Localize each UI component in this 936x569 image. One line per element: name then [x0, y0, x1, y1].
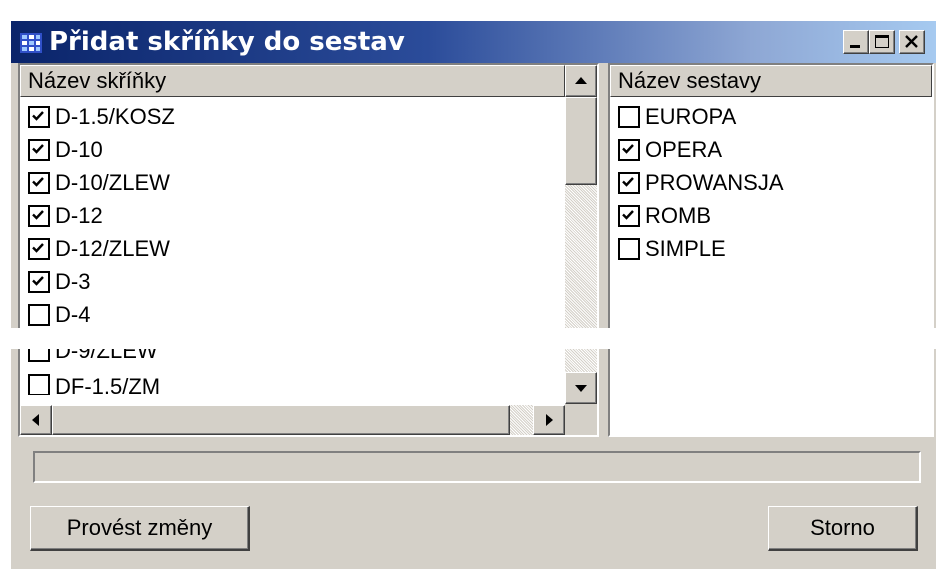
screenshot-seam	[0, 328, 936, 349]
checkbox-unchecked[interactable]	[28, 304, 50, 326]
checkmark-icon	[32, 210, 44, 220]
arrow-left-icon	[32, 414, 39, 426]
set-item[interactable]: EUROPA	[618, 101, 736, 133]
checkbox-checked[interactable]	[28, 172, 50, 194]
checkmark-icon	[32, 177, 44, 187]
arrow-down-icon	[575, 385, 587, 392]
cabinet-item[interactable]: D-10	[28, 134, 103, 166]
cabinet-item[interactable]: D-12	[28, 200, 103, 232]
checkbox-checked[interactable]	[618, 139, 640, 161]
checkbox-unchecked[interactable]	[28, 374, 50, 395]
vertical-scroll-thumb[interactable]	[565, 97, 597, 185]
cancel-button[interactable]: Storno	[768, 506, 918, 551]
arrow-up-icon	[575, 77, 587, 84]
minimize-button[interactable]	[843, 30, 869, 54]
maximize-icon	[875, 35, 889, 48]
cabinet-item[interactable]: D-1.5/KOSZ	[28, 101, 175, 133]
set-label: OPERA	[645, 137, 723, 162]
checkbox-unchecked[interactable]	[618, 106, 640, 128]
progress-bar	[33, 451, 921, 483]
cabinet-horizontal-scrollbar[interactable]	[20, 405, 565, 435]
checkbox-checked[interactable]	[618, 205, 640, 227]
set-label: ROMB	[645, 203, 711, 228]
checkbox-checked[interactable]	[28, 238, 50, 260]
set-item[interactable]: OPERA	[618, 134, 722, 166]
set-item[interactable]: PROWANSJA	[618, 167, 784, 199]
checkmark-icon	[622, 177, 634, 187]
set-item[interactable]: ROMB	[618, 200, 711, 232]
cabinet-item[interactable]: D-10/ZLEW	[28, 167, 170, 199]
cabinet-label: D-10/ZLEW	[55, 170, 170, 195]
set-column-header[interactable]: Název sestavy	[610, 65, 932, 97]
checkmark-icon	[32, 111, 44, 121]
checkbox-checked[interactable]	[28, 106, 50, 128]
checkmark-icon	[622, 144, 634, 154]
checkbox-checked[interactable]	[28, 271, 50, 293]
scrollbar-corner	[565, 404, 597, 435]
cabinet-label: D-4	[55, 302, 91, 327]
set-list: Název sestavy EUROPA OPERA PROWANSJA ROMB SI…	[608, 63, 934, 437]
cabinet-label: D-1.5/KOSZ	[55, 104, 175, 129]
set-label: SIMPLE	[645, 236, 726, 261]
cabinet-label: DF-1.5/ZM	[55, 374, 161, 395]
minimize-icon	[850, 45, 860, 48]
title-bar[interactable]: Přidat skříňky do sestav	[11, 21, 936, 63]
set-item[interactable]: SIMPLE	[618, 233, 726, 265]
cabinet-item[interactable]: DF-1.5/ZM	[28, 368, 160, 395]
checkmark-icon	[32, 276, 44, 286]
cabinet-item[interactable]: D-4	[28, 299, 90, 331]
close-button[interactable]	[899, 30, 925, 54]
scroll-left-button[interactable]	[20, 405, 52, 435]
cabinet-label: D-12/ZLEW	[55, 236, 170, 261]
scroll-down-button[interactable]	[565, 372, 597, 404]
arrow-right-icon	[546, 414, 553, 426]
checkbox-checked[interactable]	[28, 205, 50, 227]
cabinet-list: Název skříňky D-1.5/KOSZ D-10 D-10/ZLEW D-1…	[18, 63, 599, 437]
close-icon	[905, 35, 918, 48]
app-icon	[20, 33, 42, 53]
cabinet-vertical-scrollbar[interactable]	[565, 65, 597, 404]
cabinet-label: D-12	[55, 203, 103, 228]
checkbox-checked[interactable]	[618, 172, 640, 194]
checkmark-icon	[32, 243, 44, 253]
cabinet-label: D-3	[55, 269, 91, 294]
horizontal-scroll-thumb[interactable]	[52, 405, 510, 435]
cabinet-label: D-10	[55, 137, 103, 162]
cabinet-item[interactable]: D-12/ZLEW	[28, 233, 170, 265]
apply-changes-button[interactable]: Provést změny	[30, 506, 250, 551]
dialog-window: Přidat skříňky do sestav Název skříňky D…	[10, 20, 936, 569]
checkbox-unchecked[interactable]	[618, 238, 640, 260]
set-label: PROWANSJA	[645, 170, 784, 195]
maximize-button[interactable]	[869, 30, 895, 54]
cabinet-column-header[interactable]: Název skříňky	[20, 65, 565, 97]
checkmark-icon	[622, 210, 634, 220]
checkbox-checked[interactable]	[28, 139, 50, 161]
set-label: EUROPA	[645, 104, 737, 129]
checkmark-icon	[32, 144, 44, 154]
scroll-right-button[interactable]	[533, 405, 565, 435]
window-title: Přidat skříňky do sestav	[49, 27, 405, 57]
scroll-up-button[interactable]	[565, 65, 597, 97]
cabinet-item[interactable]: D-3	[28, 266, 90, 298]
